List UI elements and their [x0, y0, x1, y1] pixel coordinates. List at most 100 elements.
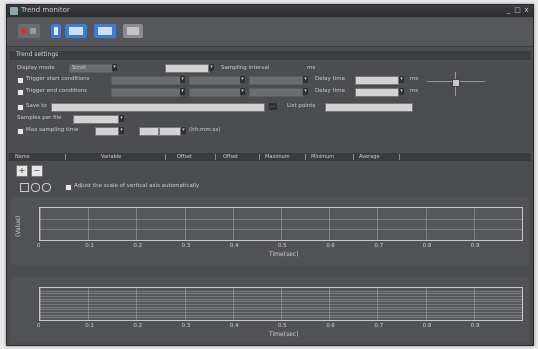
tab-average[interactable]: Average	[359, 153, 380, 161]
trigger-end-checkbox[interactable]	[17, 89, 24, 96]
trigger-end-operator[interactable]	[189, 88, 241, 97]
tab-offset-1[interactable]: Offset	[177, 153, 192, 161]
grid-line-vertical	[232, 208, 234, 240]
maximize-button[interactable]: □	[513, 6, 522, 15]
plot-area-bottom[interactable]	[39, 287, 523, 321]
x-tick-label: 0.7	[374, 243, 384, 249]
x-tick-label: 0.9	[470, 243, 480, 249]
x-axis-label-bottom: Time(sec)	[269, 331, 299, 338]
delay-time-end-unit: ms	[410, 88, 419, 94]
record-button[interactable]	[18, 24, 40, 38]
delay-time-end-spin-icon[interactable]: ▾	[399, 88, 404, 95]
grid-line-vertical	[377, 208, 379, 240]
tab-variable[interactable]: Variable	[101, 153, 121, 161]
save-to-path-field[interactable]	[51, 103, 265, 112]
tab-maximum[interactable]: Maximum	[265, 153, 290, 161]
open-button[interactable]	[94, 24, 116, 38]
samples-per-file-label: Samples per file	[17, 115, 62, 121]
grid-line-vertical	[425, 208, 427, 240]
grid-line-vertical	[473, 288, 475, 320]
trigger-start-var-dropdown-icon[interactable]: ▾	[180, 76, 185, 83]
trigger-slider-handle[interactable]	[452, 79, 460, 87]
interval-field[interactable]	[165, 64, 209, 73]
zoom-out-icon[interactable]	[42, 183, 51, 192]
y-axis-label: (Value)	[15, 215, 22, 237]
close-button[interactable]: x	[522, 6, 531, 15]
trigger-end-op-dropdown-icon[interactable]: ▾	[240, 88, 245, 95]
max-sampling-unit: (hh:mm:ss)	[189, 127, 221, 133]
column-separator	[165, 154, 166, 160]
column-separator	[65, 154, 66, 160]
max-sampling-ss-field[interactable]	[159, 127, 181, 136]
save-to-label: Save to	[26, 103, 47, 109]
x-tick-label: 0.6	[326, 243, 335, 249]
max-sampling-hh-field[interactable]	[95, 127, 119, 136]
column-separator	[305, 154, 306, 160]
pause-icon	[54, 27, 58, 35]
x-tick-label: 0.6	[326, 323, 335, 329]
trend-monitor-window: Trend monitor _ □ x Trend settings Displ…	[6, 4, 534, 346]
display-mode-select[interactable]: Scroll	[69, 64, 113, 73]
tab-offset-2[interactable]: Offset	[223, 153, 238, 161]
max-sampling-time-checkbox[interactable]	[17, 128, 24, 135]
grid-line-vertical	[232, 288, 234, 320]
x-tick-label: 0.3	[181, 243, 191, 249]
list-points-field[interactable]	[325, 103, 413, 112]
trend-settings-header[interactable]: Trend settings	[9, 51, 531, 60]
grid-line-vertical	[88, 208, 90, 240]
x-tick-label: 0	[37, 323, 41, 329]
minimize-button[interactable]: _	[504, 6, 513, 15]
delay-time-field[interactable]	[355, 76, 399, 85]
delay-time-end-field[interactable]	[355, 88, 399, 97]
trigger-start-checkbox[interactable]	[17, 77, 24, 84]
x-tick-label: 0.4	[229, 323, 239, 329]
display-mode-value: Scroll	[72, 65, 86, 71]
trigger-start-operator[interactable]	[189, 76, 241, 85]
column-separator	[215, 154, 216, 160]
interval-spin-icon[interactable]: ▾	[209, 64, 214, 71]
grid-line-vertical	[88, 288, 90, 320]
trigger-end-value[interactable]	[249, 88, 303, 97]
display-mode-dropdown-icon[interactable]: ▾	[112, 64, 117, 71]
max-sampling-mm-field[interactable]	[139, 127, 159, 136]
window-title: Trend monitor	[21, 6, 70, 14]
stop-icon	[30, 28, 36, 34]
x-tick-label: 0.5	[278, 243, 287, 249]
trigger-start-variable[interactable]	[111, 76, 181, 85]
samples-per-file-field[interactable]	[73, 115, 119, 124]
settings-icon	[127, 27, 139, 35]
ss-spin-icon[interactable]: ▾	[181, 127, 186, 134]
variable-column-header: Name Variable Offset Offset Maximum Mini…	[9, 153, 531, 161]
app-icon	[10, 7, 18, 15]
samples-spin-icon[interactable]: ▾	[119, 115, 124, 122]
pause-button[interactable]	[51, 24, 61, 38]
grid-line-vertical	[377, 288, 379, 320]
tab-name[interactable]: Name	[15, 153, 30, 161]
trigger-end-var-dropdown-icon[interactable]: ▾	[180, 88, 185, 95]
add-variable-button[interactable]: +	[16, 165, 28, 177]
trigger-start-op-dropdown-icon[interactable]: ▾	[240, 76, 245, 83]
remove-variable-button[interactable]: −	[31, 165, 43, 177]
hh-spin-icon[interactable]: ▾	[119, 127, 124, 134]
tab-minimum[interactable]: Minimum	[311, 153, 334, 161]
plot-area-top[interactable]	[39, 207, 523, 241]
sampling-interval-label: Sampling interval	[221, 65, 270, 71]
auto-scale-checkbox[interactable]	[65, 184, 72, 191]
zoom-in-icon[interactable]	[31, 183, 40, 192]
delay-time-spin-icon[interactable]: ▾	[399, 76, 404, 83]
browse-icon[interactable]: …	[269, 103, 277, 110]
grid-line-vertical	[329, 208, 331, 240]
grid-line-vertical	[136, 288, 138, 320]
grid-line-vertical	[136, 208, 138, 240]
trigger-end-variable[interactable]	[111, 88, 181, 97]
save-to-checkbox[interactable]	[17, 104, 24, 111]
trigger-start-value[interactable]	[249, 76, 303, 85]
x-tick-label: 0	[37, 243, 41, 249]
save-button[interactable]	[65, 24, 87, 38]
zoom-box-icon[interactable]	[20, 183, 29, 192]
trigger-start-val-dropdown-icon[interactable]: ▾	[303, 76, 308, 83]
trigger-end-label: Trigger end conditions	[26, 88, 88, 94]
settings-button[interactable]	[123, 24, 143, 38]
trigger-end-val-dropdown-icon[interactable]: ▾	[303, 88, 308, 95]
max-sampling-time-label: Max sampling time	[26, 127, 79, 133]
